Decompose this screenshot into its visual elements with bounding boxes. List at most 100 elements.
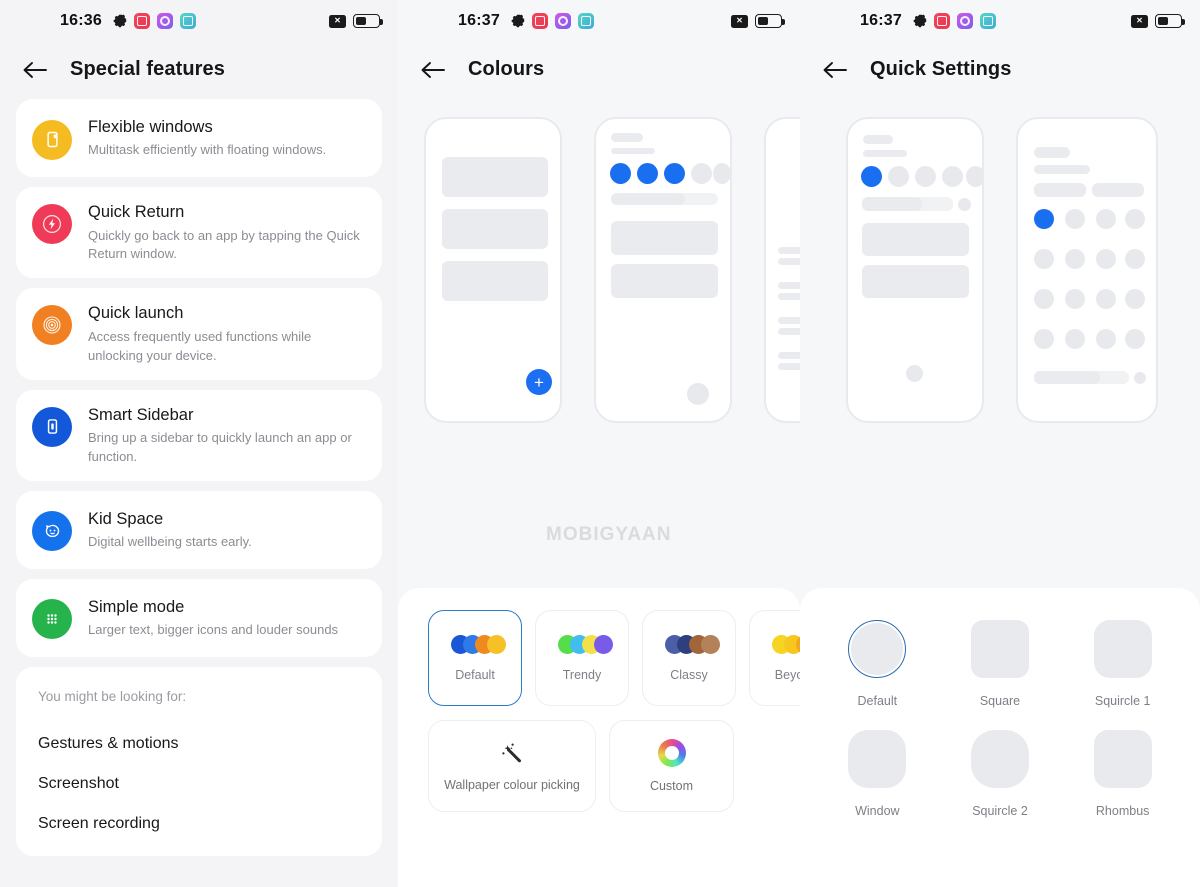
status-bar-right: ✕ [731, 14, 785, 28]
shape-cell-default[interactable]: Default [816, 620, 939, 708]
back-arrow-icon[interactable] [22, 59, 48, 81]
shape-cell-rhombus[interactable]: Rhombus [1061, 730, 1184, 818]
placeholder-bar [611, 264, 718, 298]
looking-for-item-gestures[interactable]: Gestures & motions [38, 724, 360, 764]
status-bar-right: ✕ [329, 14, 383, 28]
placeholder-fill [1034, 371, 1100, 384]
shape-label: Squircle 1 [1094, 694, 1151, 708]
theme-label: Default [455, 667, 495, 682]
preview-phone-a[interactable] [846, 117, 984, 423]
placeholder-bar [1034, 147, 1070, 158]
feature-text: Flexible windows Multitask efficiently w… [88, 116, 326, 160]
placeholder-bar [442, 261, 548, 301]
placeholder-bar [778, 317, 800, 324]
back-arrow-icon[interactable] [822, 59, 848, 81]
feature-text: Smart Sidebar Bring up a sidebar to quic… [88, 404, 366, 467]
placeholder-dot [966, 166, 982, 187]
battery-icon [353, 14, 383, 28]
placeholder-dot [1034, 289, 1054, 309]
preview-phone-1[interactable]: + [424, 117, 562, 423]
add-fab-button[interactable]: + [526, 369, 552, 395]
theme-preview-area: + MOBIGYAAN [398, 99, 800, 545]
page-title: Special features [70, 58, 226, 80]
gear-icon [511, 14, 525, 28]
feature-subtitle: Bring up a sidebar to quickly launch an … [88, 430, 352, 465]
shape-cell-window[interactable]: Window [816, 730, 939, 818]
preview-phone-2[interactable] [594, 117, 732, 423]
status-bar: 16:37 ✕ [800, 0, 1200, 42]
shape-cell-squircle-2[interactable]: Squircle 2 [939, 730, 1062, 818]
placeholder-dot [888, 166, 909, 187]
custom-colour-tile[interactable]: Custom [609, 720, 734, 812]
placeholder-dot [1096, 249, 1116, 269]
utility-label: Custom [649, 779, 694, 793]
placeholder-bar [778, 363, 800, 370]
kid-face-icon [32, 511, 72, 552]
feature-title: Quick launch [88, 304, 184, 323]
placeholder-dot [1134, 372, 1146, 384]
back-arrow-icon[interactable] [420, 59, 446, 81]
placeholder-bar [778, 293, 800, 300]
placeholder-dot [906, 365, 923, 382]
x-badge-icon: ✕ [731, 14, 748, 28]
feature-card-simple-mode[interactable]: Simple mode Larger text, bigger icons an… [16, 578, 382, 657]
shape-cell-square[interactable]: Square [939, 620, 1062, 708]
placeholder-bar [442, 209, 548, 249]
shape-label: Square [979, 694, 1021, 708]
app-bar: Colours [398, 42, 800, 99]
wallpaper-colour-picking-tile[interactable]: Wallpaper colour picking [428, 720, 596, 812]
grid-dots-icon [32, 599, 72, 640]
magic-wand-icon [499, 740, 525, 766]
theme-tile-trendy[interactable]: Trendy [535, 610, 629, 706]
looking-for-item-screenshot[interactable]: Screenshot [38, 764, 360, 804]
placeholder-bar [862, 223, 969, 256]
shape-grid: Default Square Squircle 1 Window Squircl [800, 610, 1200, 818]
preview-phone-b[interactable] [1016, 117, 1158, 423]
theme-tile-beyond[interactable]: Beyond [749, 610, 800, 706]
feature-card-flexible-windows[interactable]: Flexible windows Multitask efficiently w… [16, 99, 382, 177]
theme-swatches [772, 635, 800, 655]
shape-cell-squircle-1[interactable]: Squircle 1 [1061, 620, 1184, 708]
feature-subtitle: Larger text, bigger icons and louder sou… [88, 622, 339, 638]
app-purple-icon [156, 13, 173, 29]
placeholder-bar [778, 352, 800, 359]
x-badge-icon: ✕ [329, 14, 346, 28]
gear-icon [113, 14, 127, 28]
feature-card-smart-sidebar[interactable]: Smart Sidebar Bring up a sidebar to quic… [16, 389, 382, 481]
swatch [487, 635, 506, 654]
looking-for-item-screen-recording[interactable]: Screen recording [38, 804, 360, 844]
placeholder-dot [1034, 329, 1054, 349]
feature-title: Quick Return [88, 203, 185, 221]
app-bar: Special features [0, 42, 398, 99]
status-time: 16:37 [860, 12, 902, 29]
panel-quick-settings: 16:37 ✕ Quick Settings Default Square Sq… [800, 0, 1200, 887]
shape-label: Rhombus [1095, 804, 1150, 818]
utility-row: Wallpaper colour picking Custom [398, 720, 800, 812]
swatch [594, 635, 613, 654]
feature-card-kid-space[interactable]: Kid Space Digital wellbeing starts early… [16, 490, 382, 569]
feature-subtitle: Digital wellbeing starts early. [88, 534, 252, 550]
placeholder-dot [687, 383, 709, 405]
feature-card-quick-return[interactable]: Quick Return Quickly go back to an app b… [16, 187, 382, 279]
theme-row: Default Trendy Classy Beyo [398, 610, 800, 706]
placeholder-dot [1096, 289, 1116, 309]
quick-settings-bottom-sheet: Default Square Squircle 1 Window Squircl [800, 588, 1200, 887]
app-teal-icon [179, 13, 196, 29]
colour-wheel-icon [657, 739, 686, 767]
shape-label: Default [857, 694, 898, 708]
feature-title: Kid Space [88, 509, 164, 528]
theme-tile-default[interactable]: Default [428, 610, 522, 706]
feature-card-quick-launch[interactable]: Quick launch Access frequently used func… [16, 288, 382, 380]
preview-phone-3[interactable] [764, 117, 800, 423]
feature-list: Flexible windows Multitask efficiently w… [0, 99, 398, 657]
theme-swatches [451, 635, 506, 655]
feature-title: Flexible windows [88, 117, 213, 136]
status-bar-left: 16:37 [860, 12, 996, 30]
placeholder-bar [1034, 183, 1086, 197]
status-bar-left: 16:36 [60, 12, 196, 30]
theme-tile-classy[interactable]: Classy [642, 610, 736, 706]
placeholder-bar [863, 135, 893, 144]
squircle-2-icon [970, 730, 1029, 788]
app-purple-icon [554, 13, 571, 29]
page-title: Quick Settings [870, 58, 1012, 80]
